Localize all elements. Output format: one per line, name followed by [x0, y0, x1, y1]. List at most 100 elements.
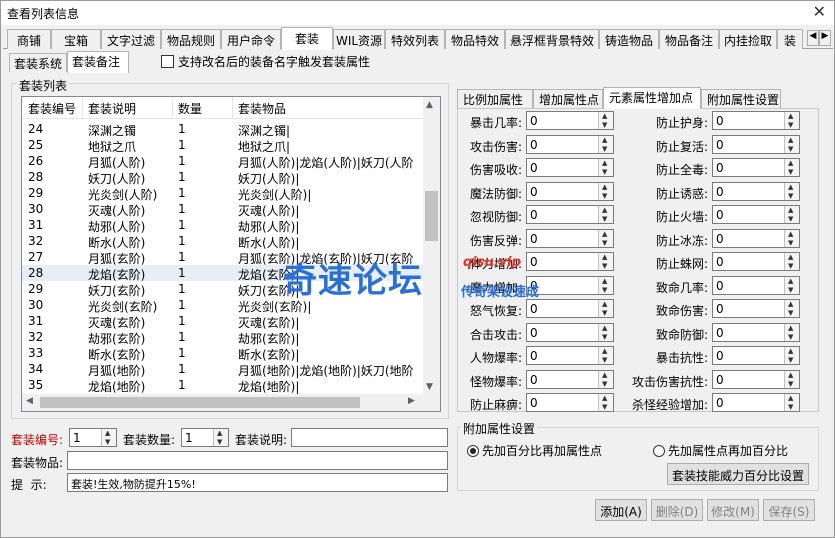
spin-arrows[interactable]: ▲ ▼	[784, 229, 799, 247]
spin-arrows[interactable]: ▲ ▼	[598, 159, 613, 176]
radio-off-icon[interactable]	[653, 445, 665, 457]
attribute-tab[interactable]: 附加属性设置	[701, 89, 781, 108]
spin-down-icon[interactable]: ▼	[602, 286, 607, 294]
attribute-spinner[interactable]: 0 ▲ ▼	[712, 322, 800, 342]
table-row[interactable]: 25 地狱之爪 1 地狱之爪|	[22, 137, 425, 154]
attribute-spinner[interactable]: 0 ▲ ▼	[526, 111, 614, 130]
tab-item[interactable]: 商铺	[7, 29, 51, 49]
table-row[interactable]: 28 妖刀(人阶) 1 妖刀(人阶)|	[22, 169, 425, 186]
spin-up-icon[interactable]: ▲	[217, 429, 222, 437]
spin-down-icon[interactable]: ▼	[602, 192, 607, 200]
attribute-spinner[interactable]: 0 ▲ ▼	[526, 346, 614, 365]
spin-up-icon[interactable]: ▲	[788, 136, 793, 144]
spin-up-icon[interactable]: ▲	[788, 230, 793, 238]
tab-item[interactable]: 装	[777, 29, 803, 49]
spin-down-icon[interactable]: ▼	[602, 380, 607, 388]
attribute-spinner[interactable]: 0 ▲ ▼	[712, 275, 800, 295]
spin-down-icon[interactable]: ▼	[788, 309, 793, 317]
set-count-spinner[interactable]: 1 ▲ ▼	[181, 428, 229, 447]
spin-arrows[interactable]: ▲ ▼	[598, 229, 613, 247]
spin-up-icon[interactable]: ▲	[602, 159, 607, 167]
tab-item[interactable]: 用户命令	[221, 29, 281, 49]
spin-up-icon[interactable]: ▲	[602, 136, 607, 144]
spin-arrows[interactable]: ▲ ▼	[784, 253, 799, 270]
spin-down-icon[interactable]: ▼	[788, 168, 793, 176]
spin-arrows[interactable]: ▲ ▼	[598, 300, 613, 317]
attribute-spinner[interactable]: 0 ▲ ▼	[712, 299, 800, 318]
table-row[interactable]: 35 龙焰(地阶) 1 龙焰(地阶)|	[22, 377, 425, 394]
set-items-field[interactable]	[67, 451, 448, 470]
tab-item[interactable]: 悬浮框背景特效	[505, 29, 599, 49]
attribute-spinner[interactable]: 0 ▲ ▼	[712, 346, 800, 365]
attribute-spinner[interactable]: 0 ▲ ▼	[712, 369, 800, 389]
add-button[interactable]: 添加(A)	[595, 499, 647, 521]
attribute-spinner[interactable]: 0 ▲ ▼	[526, 158, 614, 177]
attribute-spinner[interactable]: 0 ▲ ▼	[526, 205, 614, 224]
list-vertical-scrollbar[interactable]: ▲ ▼	[423, 97, 440, 395]
attribute-tab[interactable]: 增加属性点	[533, 89, 603, 108]
spin-up-icon[interactable]: ▲	[788, 159, 793, 167]
tab-item[interactable]: 套装	[281, 27, 333, 50]
spin-up-icon[interactable]: ▲	[788, 206, 793, 214]
spin-up-icon[interactable]: ▲	[105, 429, 110, 437]
spin-arrows[interactable]: ▲ ▼	[784, 276, 799, 294]
spin-down-icon[interactable]: ▼	[788, 380, 793, 388]
spin-up-icon[interactable]: ▲	[788, 394, 793, 402]
spin-up-icon[interactable]: ▲	[788, 300, 793, 308]
table-row[interactable]: 26 月狐(人阶) 1 月狐(人阶)|龙焰(人阶)|妖刀(人阶	[22, 153, 425, 170]
spin-arrows[interactable]: ▲ ▼	[598, 370, 613, 388]
spin-down-icon[interactable]: ▼	[788, 192, 793, 200]
col-set-desc[interactable]: 套装说明	[88, 100, 136, 117]
scroll-up-icon[interactable]: ▲	[426, 100, 433, 110]
spin-up-icon[interactable]: ▲	[602, 253, 607, 261]
scroll-right-icon[interactable]: ▶	[408, 396, 415, 406]
tab-item[interactable]: 内挂捡取	[719, 29, 777, 49]
tab-item[interactable]: 特效列表	[385, 29, 445, 49]
spin-down-icon[interactable]: ▼	[602, 356, 607, 364]
spin-down-icon[interactable]: ▼	[602, 121, 607, 129]
spin-up-icon[interactable]: ▲	[788, 112, 793, 120]
col-set-items[interactable]: 套装物品	[238, 100, 286, 117]
spin-arrows[interactable]: ▲ ▼	[598, 276, 613, 294]
spin-up-icon[interactable]: ▲	[788, 324, 793, 332]
spin-arrows[interactable]: ▲ ▼	[598, 135, 613, 153]
table-row[interactable]: 32 劫邪(玄阶) 1 劫邪(玄阶)|	[22, 329, 425, 346]
scroll-thumb[interactable]	[425, 191, 438, 241]
spin-arrows[interactable]: ▲ ▼	[598, 206, 613, 223]
spin-arrows[interactable]: ▲ ▼	[101, 429, 116, 446]
spin-arrows[interactable]: ▲ ▼	[598, 394, 613, 411]
spin-arrows[interactable]: ▲ ▼	[784, 206, 799, 223]
spin-arrows[interactable]: ▲ ▼	[784, 347, 799, 364]
attribute-spinner[interactable]: 0 ▲ ▼	[712, 181, 800, 201]
spin-up-icon[interactable]: ▲	[788, 183, 793, 191]
table-row[interactable]: 29 光炎剑(人阶) 1 光炎剑(人阶)|	[22, 185, 425, 202]
spin-down-icon[interactable]: ▼	[788, 333, 793, 341]
spin-arrows[interactable]: ▲ ▼	[598, 323, 613, 341]
col-set-id[interactable]: 套装编号	[28, 100, 76, 117]
attribute-spinner[interactable]: 0 ▲ ▼	[712, 111, 800, 130]
tab-item[interactable]: 物品备注	[659, 29, 719, 49]
table-row[interactable]: 32 断水(人阶) 1 断水(人阶)|	[22, 233, 425, 250]
spin-down-icon[interactable]: ▼	[602, 262, 607, 270]
attribute-spinner[interactable]: 0 ▲ ▼	[712, 134, 800, 154]
tab-item[interactable]: 物品特效	[445, 29, 505, 49]
list-horizontal-scrollbar[interactable]: ◀ ▶	[22, 394, 440, 411]
attribute-spinner[interactable]: 0 ▲ ▼	[526, 393, 614, 412]
spin-down-icon[interactable]: ▼	[788, 286, 793, 294]
attribute-spinner[interactable]: 0 ▲ ▼	[526, 134, 614, 154]
scroll-down-icon[interactable]: ▼	[426, 382, 433, 392]
set-id-spinner[interactable]: 1 ▲ ▼	[69, 428, 117, 447]
spin-down-icon[interactable]: ▼	[217, 438, 222, 446]
tab-scroll-right-icon[interactable]: ▶	[819, 30, 831, 46]
table-row[interactable]: 31 灭魂(玄阶) 1 灭魂(玄阶)|	[22, 313, 425, 330]
spin-arrows[interactable]: ▲ ▼	[784, 159, 799, 176]
tab-item[interactable]: 物品规则	[161, 29, 221, 49]
spin-up-icon[interactable]: ▲	[602, 394, 607, 402]
save-button[interactable]: 保存(S)	[763, 499, 815, 521]
tab-item[interactable]: 文字过滤	[101, 29, 161, 49]
rename-trigger-checkbox[interactable]: 支持改名后的装备名字触发套装属性	[161, 53, 370, 70]
table-row[interactable]: 33 断水(玄阶) 1 断水(玄阶)|	[22, 345, 425, 362]
spin-down-icon[interactable]: ▼	[788, 262, 793, 270]
spin-arrows[interactable]: ▲ ▼	[784, 300, 799, 317]
col-count[interactable]: 数量	[178, 100, 202, 117]
